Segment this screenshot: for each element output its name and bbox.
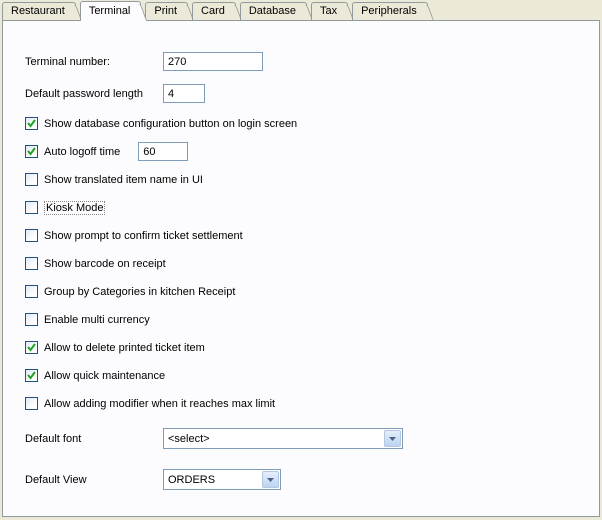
delete-printed-label: Allow to delete printed ticket item bbox=[44, 342, 205, 354]
group-categories-label: Group by Categories in kitchen Receipt bbox=[44, 286, 235, 298]
tab-label: Database bbox=[249, 5, 296, 17]
multi-currency-checkbox[interactable] bbox=[25, 313, 38, 326]
quick-maintenance-label: Allow quick maintenance bbox=[44, 370, 165, 382]
default-view-select[interactable]: ORDERS bbox=[163, 469, 281, 490]
terminal-panel: Terminal number: Default password length… bbox=[2, 20, 600, 517]
tab-card[interactable]: Card bbox=[192, 2, 236, 20]
kiosk-mode-label: Kiosk Mode bbox=[44, 201, 105, 215]
confirm-settlement-checkbox[interactable] bbox=[25, 229, 38, 242]
tab-tax[interactable]: Tax bbox=[311, 2, 348, 20]
auto-logoff-checkbox[interactable] bbox=[25, 145, 38, 158]
tab-label: Peripherals bbox=[361, 5, 417, 17]
auto-logoff-label: Auto logoff time bbox=[44, 146, 120, 158]
add-modifier-max-label: Allow adding modifier when it reaches ma… bbox=[44, 398, 275, 410]
default-font-value: <select> bbox=[168, 433, 210, 445]
tab-bar: Restaurant Terminal Print Card Database … bbox=[0, 0, 602, 20]
tab-peripherals[interactable]: Peripherals bbox=[352, 2, 428, 20]
default-view-label: Default View bbox=[25, 474, 163, 486]
show-translated-checkbox[interactable] bbox=[25, 173, 38, 186]
terminal-number-label: Terminal number: bbox=[25, 56, 163, 68]
tab-label: Tax bbox=[320, 5, 337, 17]
tab-label: Card bbox=[201, 5, 225, 17]
default-password-length-label: Default password length bbox=[25, 88, 163, 100]
delete-printed-checkbox[interactable] bbox=[25, 341, 38, 354]
auto-logoff-time-input[interactable] bbox=[138, 142, 188, 161]
kiosk-mode-checkbox[interactable] bbox=[25, 201, 38, 214]
quick-maintenance-checkbox[interactable] bbox=[25, 369, 38, 382]
tab-restaurant[interactable]: Restaurant bbox=[2, 2, 76, 20]
multi-currency-label: Enable multi currency bbox=[44, 314, 150, 326]
barcode-receipt-checkbox[interactable] bbox=[25, 257, 38, 270]
tab-label: Restaurant bbox=[11, 5, 65, 17]
show-db-config-label: Show database configuration button on lo… bbox=[44, 118, 297, 130]
default-font-select[interactable]: <select> bbox=[163, 428, 403, 449]
default-view-value: ORDERS bbox=[168, 474, 215, 486]
tab-terminal[interactable]: Terminal bbox=[80, 1, 142, 21]
chevron-down-icon bbox=[384, 430, 401, 447]
chevron-down-icon bbox=[262, 471, 279, 488]
tab-label: Terminal bbox=[89, 5, 131, 17]
tab-label: Print bbox=[154, 5, 177, 17]
group-categories-checkbox[interactable] bbox=[25, 285, 38, 298]
show-translated-label: Show translated item name in UI bbox=[44, 174, 203, 186]
add-modifier-max-checkbox[interactable] bbox=[25, 397, 38, 410]
default-password-length-input[interactable] bbox=[163, 84, 205, 103]
tab-print[interactable]: Print bbox=[145, 2, 188, 20]
show-db-config-checkbox[interactable] bbox=[25, 117, 38, 130]
tab-database[interactable]: Database bbox=[240, 2, 307, 20]
barcode-receipt-label: Show barcode on receipt bbox=[44, 258, 166, 270]
confirm-settlement-label: Show prompt to confirm ticket settlement bbox=[44, 230, 243, 242]
terminal-number-input[interactable] bbox=[163, 52, 263, 71]
default-font-label: Default font bbox=[25, 433, 163, 445]
